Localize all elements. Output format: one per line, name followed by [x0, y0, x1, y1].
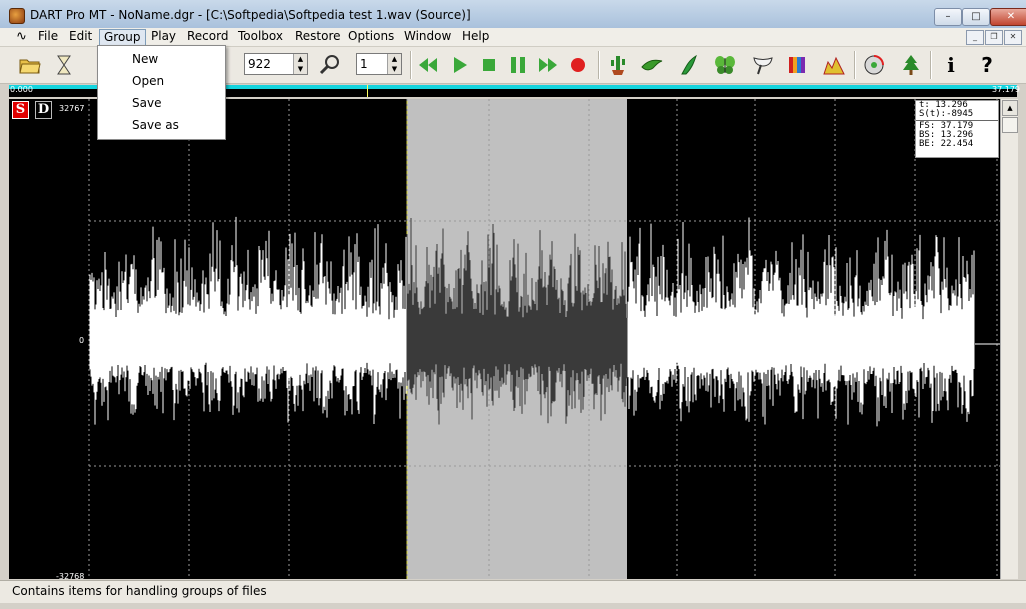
menu-play[interactable]: Play [147, 28, 180, 46]
menu-toolbox[interactable]: Toolbox [234, 28, 287, 46]
close-button[interactable]: ✕ [990, 8, 1026, 26]
mask-icon[interactable] [751, 53, 775, 77]
tree-icon[interactable] [899, 53, 923, 77]
app-window: DART Pro MT - NoName.dgr - [C:\Softpedia… [0, 0, 1026, 609]
menu-options[interactable]: Options [344, 28, 398, 46]
menu-record[interactable]: Record [183, 28, 232, 46]
group-menu-save-as[interactable]: Save as [132, 118, 179, 132]
app-icon[interactable] [9, 8, 25, 24]
channel-value[interactable]: 1 [360, 57, 368, 71]
open-folder-icon[interactable] [18, 53, 42, 77]
ruler-start-label: 0.000 [10, 85, 33, 94]
info-be: BE: 22.454 [919, 139, 974, 149]
zoom-spin-arrows[interactable]: ▲ ▼ [293, 54, 307, 74]
y-max-label: 32767 [59, 104, 85, 113]
scroll-up-button[interactable]: ▲ [1002, 100, 1018, 116]
cd-icon[interactable] [862, 53, 886, 77]
record-icon[interactable] [566, 53, 590, 77]
pause-icon[interactable] [506, 53, 530, 77]
y-zero-label: 0 [79, 336, 85, 345]
zoom-spinbox[interactable]: 922 ▲ ▼ [244, 53, 308, 75]
channel-spinbox[interactable]: 1 ▲ ▼ [356, 53, 402, 75]
waveform-view[interactable] [9, 99, 1000, 579]
minimize-button[interactable]: – [934, 8, 962, 26]
scroll-thumb[interactable] [1002, 117, 1018, 133]
s-badge[interactable]: S [12, 101, 29, 119]
mdi-restore-button[interactable]: ❐ [985, 30, 1003, 45]
hourglass-icon[interactable] [52, 53, 76, 77]
horn-icon[interactable] [678, 53, 702, 77]
toolbar-separator [930, 51, 932, 79]
window-title: DART Pro MT - NoName.dgr - [C:\Softpedia… [30, 8, 471, 22]
bird-icon[interactable] [640, 53, 664, 77]
group-menu-save[interactable]: Save [132, 96, 161, 110]
stop-icon[interactable] [477, 53, 501, 77]
ruler-cursor [367, 85, 368, 97]
ruler-end-label: 37.179 [992, 85, 1020, 94]
maximize-button[interactable]: □ [962, 8, 990, 26]
rainbow-icon[interactable] [786, 53, 810, 77]
menu-edit[interactable]: Edit [65, 28, 96, 46]
toolbar-separator [410, 51, 412, 79]
ruler-unselected [617, 89, 1017, 93]
title-bar[interactable]: DART Pro MT - NoName.dgr - [C:\Softpedia… [0, 0, 1026, 29]
menu-restore[interactable]: Restore [291, 28, 345, 46]
d-badge[interactable]: D [35, 101, 52, 119]
play-icon[interactable] [448, 53, 472, 77]
toolbar-separator [854, 51, 856, 79]
status-text: Contains items for handling groups of fi… [12, 584, 267, 598]
zoom-value[interactable]: 922 [248, 57, 271, 71]
menu-help[interactable]: Help [458, 28, 493, 46]
mdi-minimize-button[interactable]: _ [966, 30, 984, 45]
vertical-scrollbar[interactable]: ▲ [1000, 99, 1018, 579]
menu-group[interactable]: Group [99, 29, 146, 46]
waveform-canvas[interactable] [9, 99, 1000, 579]
channel-spin-arrows[interactable]: ▲ ▼ [387, 54, 401, 74]
mdi-close-button[interactable]: ✕ [1004, 30, 1022, 45]
group-menu-new[interactable]: New [132, 52, 158, 66]
group-menu-open[interactable]: Open [132, 74, 164, 88]
toolbar-separator [598, 51, 600, 79]
system-menu-icon[interactable]: ∿ [12, 28, 31, 46]
menu-file[interactable]: File [34, 28, 62, 46]
cactus-icon[interactable] [606, 53, 630, 77]
status-bar: Contains items for handling groups of fi… [0, 580, 1026, 603]
rewind-icon[interactable] [416, 53, 440, 77]
zoom-icon[interactable] [318, 53, 342, 77]
help-icon[interactable]: ? [975, 53, 999, 77]
info-sample: S(t):-8945 [919, 109, 974, 119]
fast-forward-icon[interactable] [536, 53, 560, 77]
info-panel: t: 13.296 S(t):-8945 FS: 37.179 BS: 13.2… [915, 100, 999, 158]
butterfly-icon[interactable] [713, 53, 737, 77]
group-menu-dropdown: New Open Save Save as [97, 45, 226, 140]
menu-window[interactable]: Window [400, 28, 455, 46]
graph-icon[interactable] [822, 53, 846, 77]
info-icon[interactable]: i [939, 53, 963, 77]
